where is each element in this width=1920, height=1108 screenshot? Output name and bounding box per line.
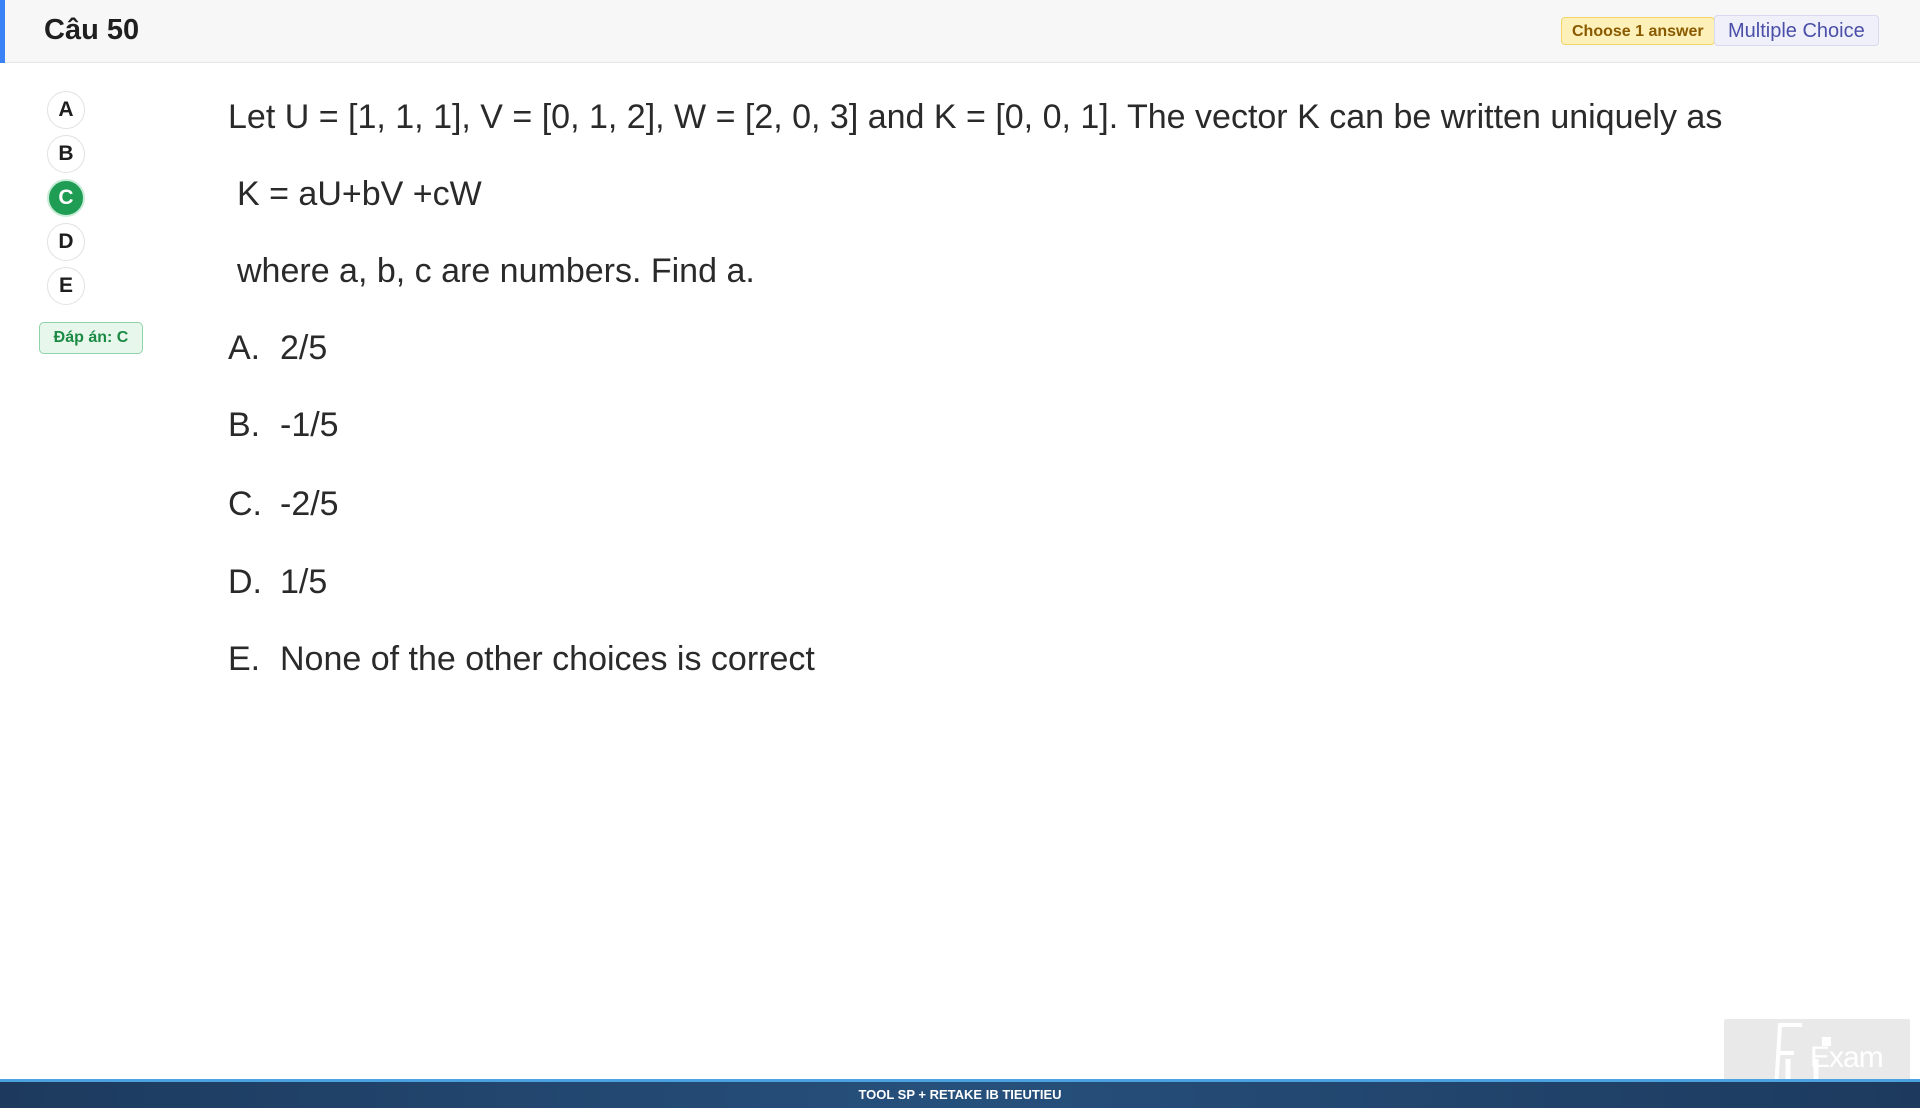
choose-answer-badge: Choose 1 answer — [1561, 17, 1715, 45]
option-d-button[interactable]: D — [47, 223, 85, 261]
choice-b: B. -1/5 — [228, 405, 339, 445]
choice-d: D. 1/5 — [228, 562, 327, 602]
correct-answer-badge: Đáp án: C — [39, 322, 143, 354]
choice-d-letter: D. — [228, 563, 262, 601]
question-header: Câu 50 Choose 1 answer Multiple Choice — [0, 0, 1920, 63]
choice-e-text: None of the other choices is correct — [280, 640, 815, 678]
header-accent-bar — [0, 0, 5, 63]
option-c-button[interactable]: C — [47, 179, 85, 217]
option-e-button[interactable]: E — [47, 267, 85, 305]
option-b-button[interactable]: B — [47, 135, 85, 173]
logo-exam-text: Exam — [1810, 1041, 1884, 1074]
choice-e-letter: E. — [228, 640, 261, 678]
choice-a-letter: A. — [228, 329, 261, 367]
question-text-line-3: where a, b, c are numbers. Find a. — [237, 252, 755, 290]
question-equation: K = aU+bV +cW — [237, 175, 482, 213]
choice-a-text: 2/5 — [280, 329, 328, 367]
choice-e: E. None of the other choices is correct — [228, 639, 815, 679]
choice-c-letter: C. — [228, 485, 262, 523]
choice-c-text: -2/5 — [280, 485, 339, 523]
question-type-badge: Multiple Choice — [1714, 15, 1879, 46]
question-number-title: Câu 50 — [44, 14, 140, 46]
option-a-button[interactable]: A — [47, 91, 85, 129]
choice-b-letter: B. — [228, 406, 261, 444]
question-text-line-1: Let U = [1, 1, 1], V = [0, 1, 2], W = [2… — [228, 98, 1723, 136]
choice-c: C. -2/5 — [228, 484, 339, 524]
choice-b-text: -1/5 — [280, 406, 339, 444]
footer-banner: TOOL SP + RETAKE IB TIEUTIEU — [0, 1079, 1920, 1108]
choice-d-text: 1/5 — [280, 563, 328, 601]
choice-a: A. 2/5 — [228, 328, 327, 368]
